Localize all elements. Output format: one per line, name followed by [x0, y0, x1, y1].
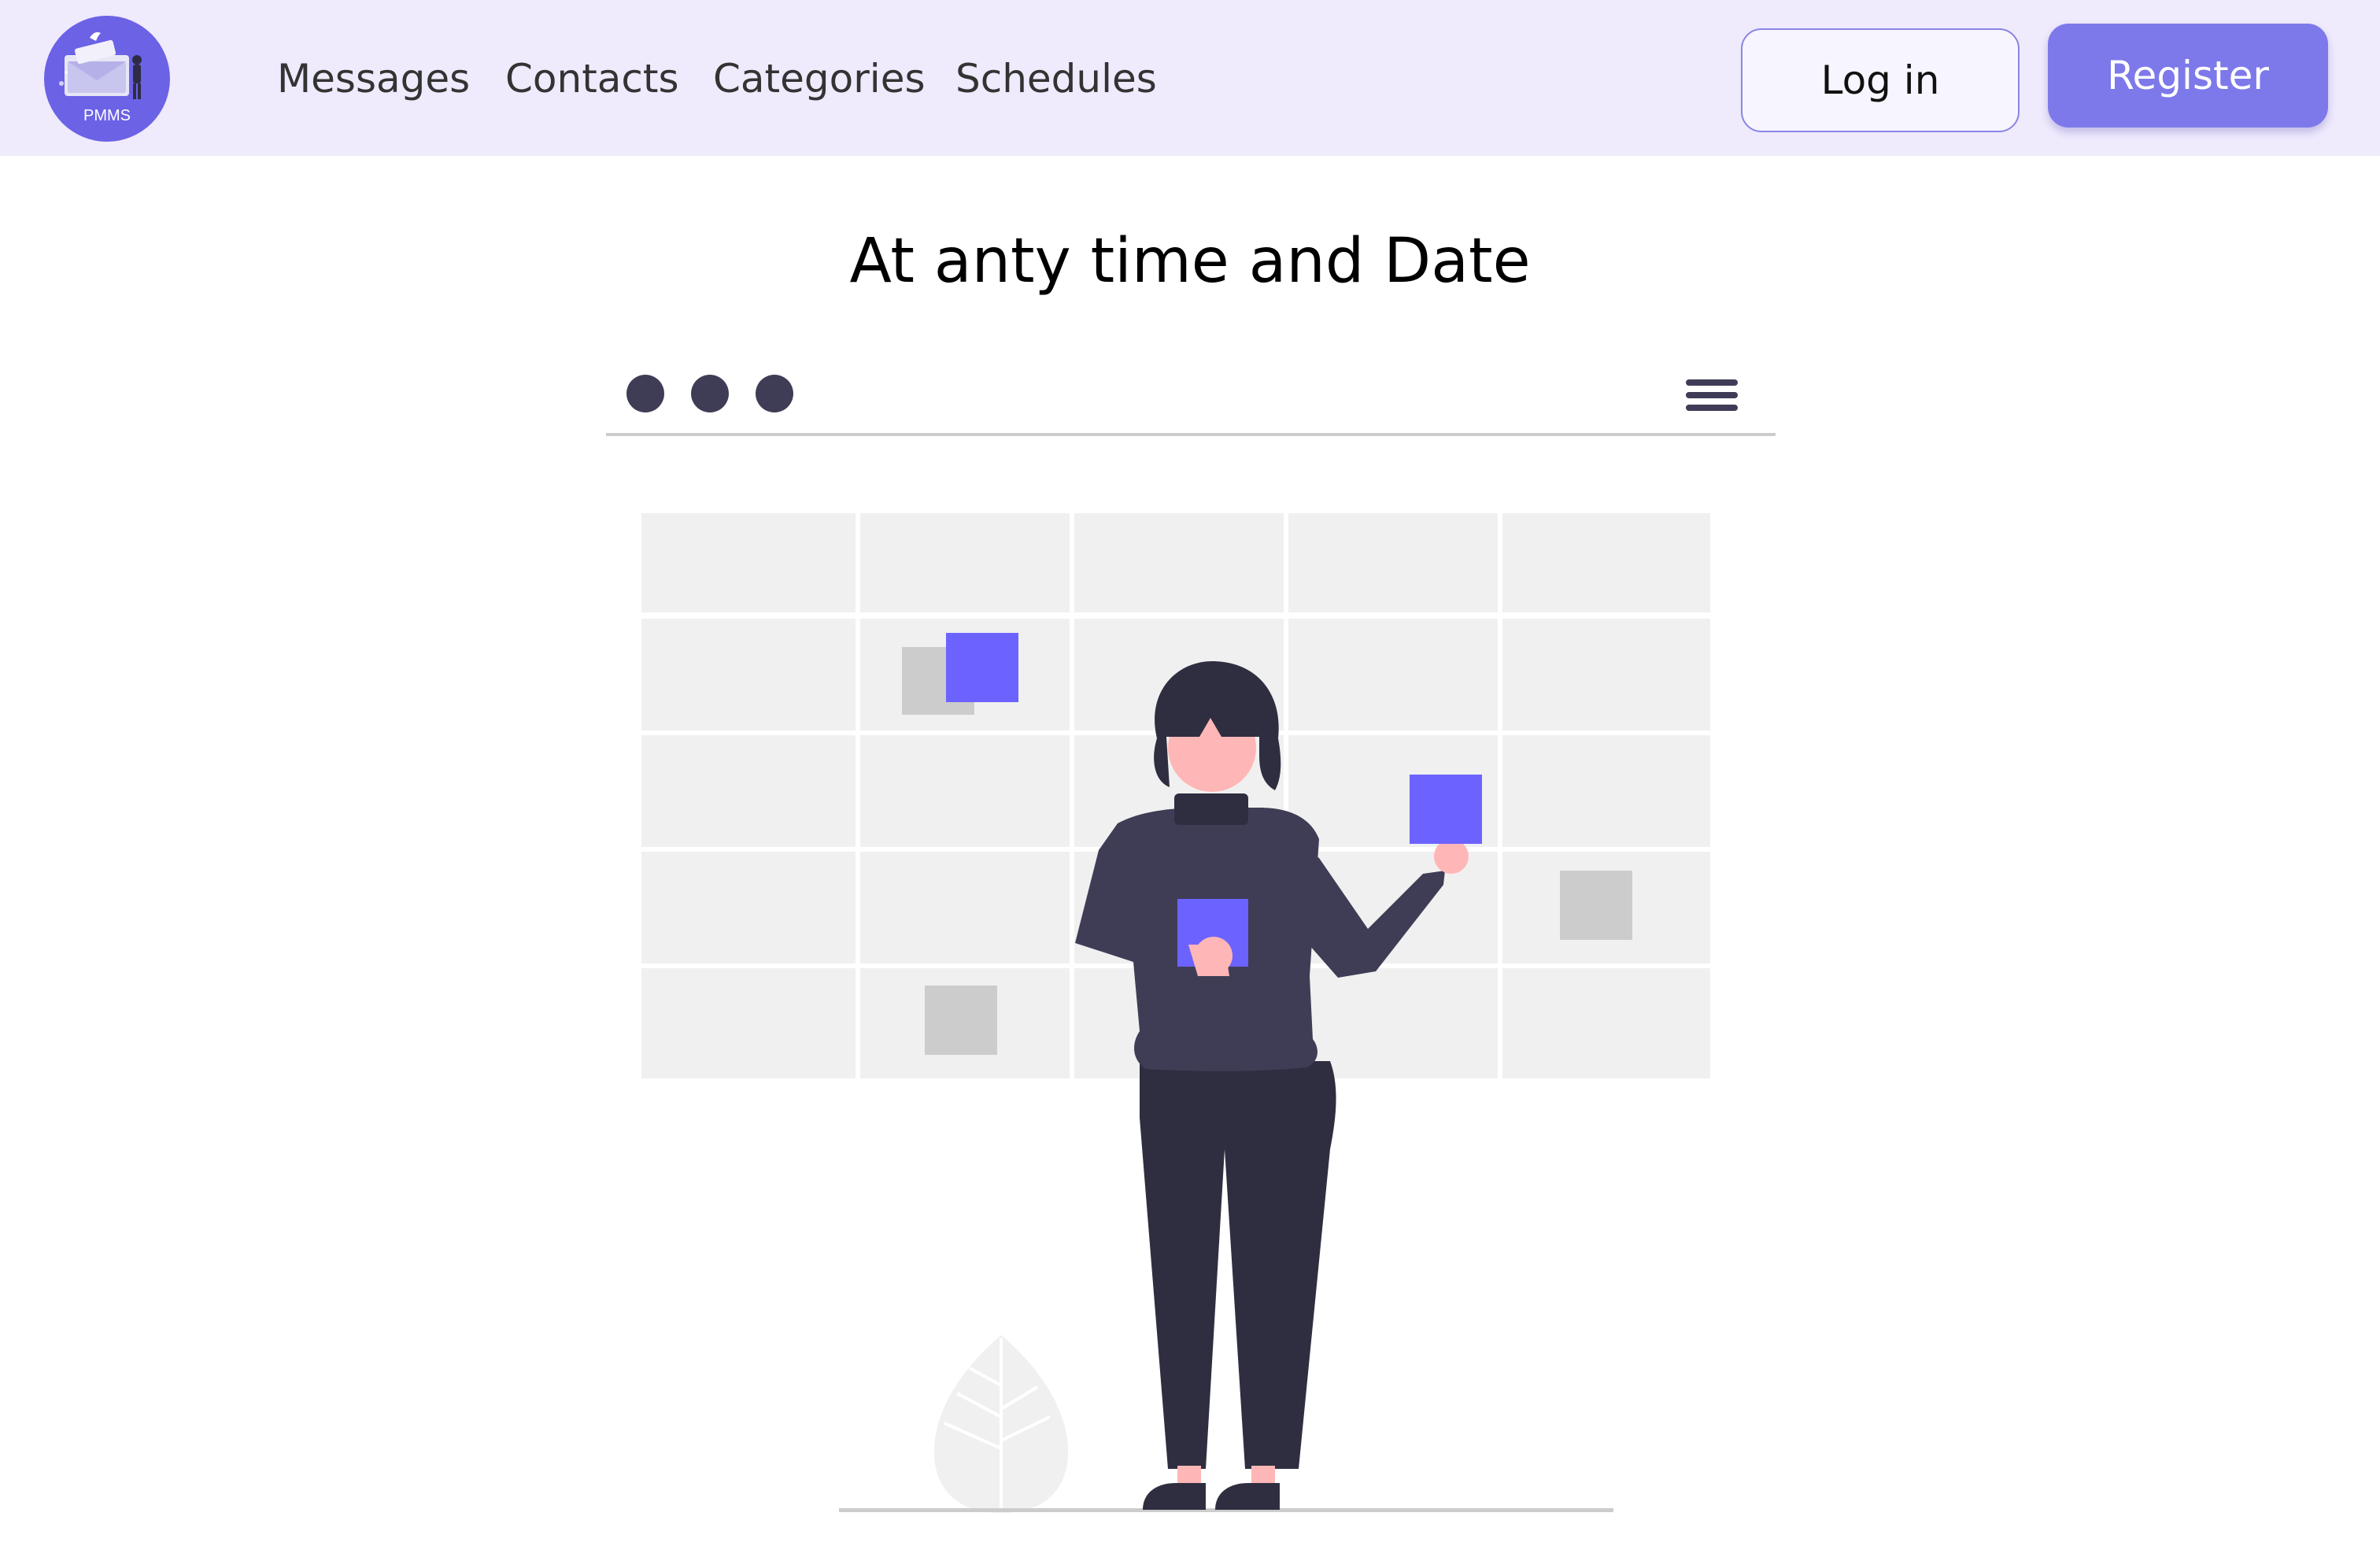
window-dots-icon — [626, 375, 793, 412]
window-divider — [606, 433, 1776, 436]
event-block — [1560, 871, 1632, 940]
hamburger-menu-icon — [1686, 379, 1738, 411]
leaf-plant-icon — [933, 1335, 1069, 1513]
event-block — [925, 986, 997, 1055]
scheduling-illustration — [606, 375, 1776, 1513]
event-block — [946, 633, 1018, 702]
